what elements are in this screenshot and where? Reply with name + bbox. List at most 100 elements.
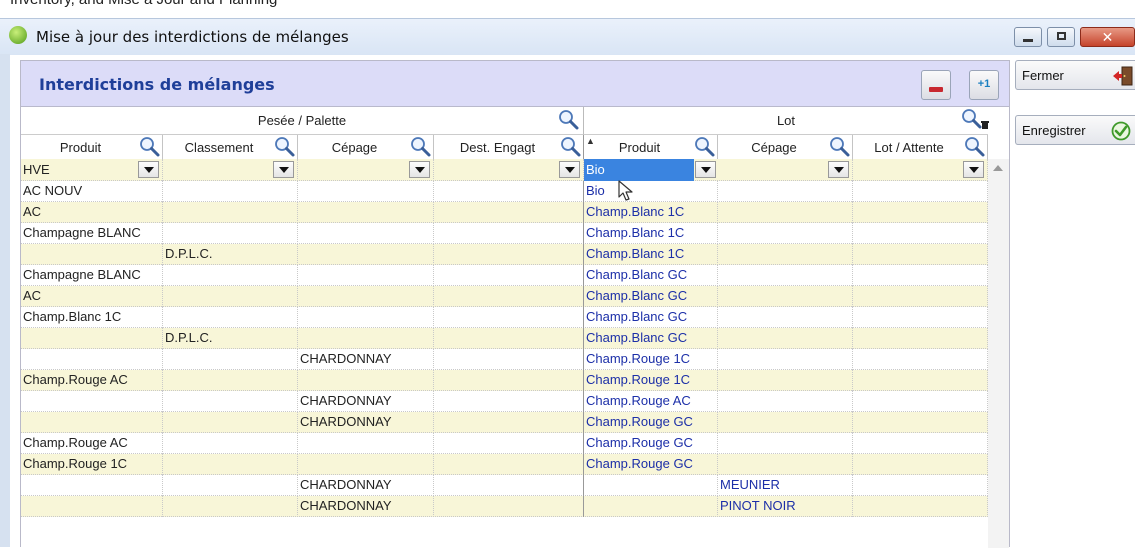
- cell-cepage[interactable]: CHARDONNAY: [298, 349, 434, 370]
- cell-cepage[interactable]: [298, 328, 434, 349]
- table-row[interactable]: CHARDONNAY Champ.Rouge 1C: [21, 349, 988, 370]
- cell-dest-engagt[interactable]: [434, 391, 584, 412]
- close-window-button[interactable]: ✕: [1080, 27, 1135, 47]
- chevron-down-icon[interactable]: [273, 161, 294, 178]
- chevron-down-icon[interactable]: [138, 161, 159, 178]
- cell-produit[interactable]: AC: [21, 202, 163, 223]
- chevron-down-icon[interactable]: [963, 161, 984, 178]
- column-header-produit[interactable]: Produit: [21, 135, 163, 159]
- table-row[interactable]: Champ.Blanc 1C Champ.Blanc GC: [21, 307, 988, 328]
- cell-lot-cepage[interactable]: [718, 433, 853, 454]
- cell-cepage[interactable]: CHARDONNAY: [298, 391, 434, 412]
- cell-classement[interactable]: [163, 370, 298, 391]
- filter-lot-cepage[interactable]: [718, 159, 853, 181]
- cell-dest-engagt[interactable]: [434, 370, 584, 391]
- cell-classement[interactable]: [163, 286, 298, 307]
- cell-lot-cepage[interactable]: [718, 328, 853, 349]
- table-row[interactable]: AC NOUV Bio: [21, 181, 988, 202]
- filter-produit[interactable]: HVE: [21, 159, 163, 181]
- cell-dest-engagt[interactable]: [434, 412, 584, 433]
- chevron-down-icon[interactable]: [559, 161, 580, 178]
- cell-dest-engagt[interactable]: [434, 475, 584, 496]
- cell-produit[interactable]: [21, 349, 163, 370]
- cell-lot-produit[interactable]: Champ.Blanc 1C: [584, 244, 718, 265]
- cell-lot-attente[interactable]: [853, 496, 988, 517]
- cell-cepage[interactable]: CHARDONNAY: [298, 412, 434, 433]
- cell-dest-engagt[interactable]: [434, 244, 584, 265]
- cell-produit[interactable]: Champagne BLANC: [21, 265, 163, 286]
- delete-row-button[interactable]: [921, 70, 951, 100]
- cell-produit[interactable]: Champ.Rouge AC: [21, 433, 163, 454]
- cell-lot-produit[interactable]: Champ.Rouge GC: [584, 433, 718, 454]
- cell-lot-attente[interactable]: [853, 286, 988, 307]
- cell-lot-produit[interactable]: Champ.Blanc 1C: [584, 202, 718, 223]
- search-icon[interactable]: [694, 136, 716, 158]
- cell-classement[interactable]: [163, 265, 298, 286]
- search-icon[interactable]: [274, 136, 296, 158]
- cell-classement[interactable]: [163, 181, 298, 202]
- cell-lot-produit[interactable]: Bio: [584, 181, 718, 202]
- cell-cepage[interactable]: CHARDONNAY: [298, 475, 434, 496]
- column-header-lot-cepage[interactable]: Cépage: [718, 135, 853, 159]
- cell-produit[interactable]: Champ.Blanc 1C: [21, 307, 163, 328]
- cell-classement[interactable]: [163, 475, 298, 496]
- search-icon[interactable]: [964, 136, 986, 158]
- table-row[interactable]: CHARDONNAY Champ.Rouge AC: [21, 391, 988, 412]
- cell-dest-engagt[interactable]: [434, 265, 584, 286]
- cell-lot-cepage[interactable]: [718, 244, 853, 265]
- column-header-cepage[interactable]: Cépage: [298, 135, 434, 159]
- cell-lot-attente[interactable]: [853, 328, 988, 349]
- cell-classement[interactable]: [163, 454, 298, 475]
- cell-produit[interactable]: [21, 496, 163, 517]
- cell-produit[interactable]: Champ.Rouge 1C: [21, 454, 163, 475]
- cell-classement[interactable]: [163, 496, 298, 517]
- vertical-scrollbar[interactable]: [988, 159, 1009, 548]
- cell-lot-produit[interactable]: Champ.Rouge 1C: [584, 349, 718, 370]
- cell-cepage[interactable]: CHARDONNAY: [298, 496, 434, 517]
- column-header-dest-engagt[interactable]: Dest. Engagt: [434, 135, 584, 159]
- close-button[interactable]: Fermer: [1015, 60, 1135, 90]
- search-icon[interactable]: [410, 136, 432, 158]
- cell-lot-cepage[interactable]: [718, 286, 853, 307]
- filter-lot-attente[interactable]: [853, 159, 988, 181]
- cell-produit[interactable]: [21, 391, 163, 412]
- cell-produit[interactable]: AC: [21, 286, 163, 307]
- cell-classement[interactable]: D.P.L.C.: [163, 328, 298, 349]
- cell-produit[interactable]: [21, 328, 163, 349]
- trash-icon[interactable]: [980, 120, 990, 130]
- filter-dest-engagt[interactable]: [434, 159, 584, 181]
- cell-classement[interactable]: [163, 349, 298, 370]
- table-row[interactable]: Champ.Rouge AC Champ.Rouge GC: [21, 433, 988, 454]
- cell-lot-cepage[interactable]: [718, 223, 853, 244]
- cell-lot-produit[interactable]: Champ.Rouge 1C: [584, 370, 718, 391]
- chevron-down-icon[interactable]: [409, 161, 430, 178]
- cell-cepage[interactable]: [298, 265, 434, 286]
- cell-cepage[interactable]: [298, 307, 434, 328]
- cell-lot-cepage[interactable]: [718, 202, 853, 223]
- table-row[interactable]: Champ.Rouge AC Champ.Rouge 1C: [21, 370, 988, 391]
- filter-cepage[interactable]: [298, 159, 434, 181]
- cell-dest-engagt[interactable]: [434, 307, 584, 328]
- cell-dest-engagt[interactable]: [434, 286, 584, 307]
- cell-lot-produit[interactable]: [584, 475, 718, 496]
- save-button[interactable]: Enregistrer: [1015, 115, 1135, 145]
- cell-lot-produit[interactable]: Champ.Blanc 1C: [584, 223, 718, 244]
- cell-classement[interactable]: [163, 202, 298, 223]
- table-row[interactable]: D.P.L.C. Champ.Blanc GC: [21, 328, 988, 349]
- cell-lot-produit[interactable]: [584, 496, 718, 517]
- cell-classement[interactable]: D.P.L.C.: [163, 244, 298, 265]
- table-row[interactable]: CHARDONNAY Champ.Rouge GC: [21, 412, 988, 433]
- add-row-button[interactable]: +1: [969, 70, 999, 100]
- scroll-up-icon[interactable]: [993, 165, 1003, 171]
- cell-lot-attente[interactable]: [853, 265, 988, 286]
- cell-classement[interactable]: [163, 391, 298, 412]
- cell-lot-attente[interactable]: [853, 370, 988, 391]
- cell-cepage[interactable]: [298, 244, 434, 265]
- cell-dest-engagt[interactable]: [434, 181, 584, 202]
- cell-dest-engagt[interactable]: [434, 496, 584, 517]
- cell-cepage[interactable]: [298, 454, 434, 475]
- column-header-lot-produit[interactable]: ▲ Produit: [584, 135, 718, 159]
- cell-dest-engagt[interactable]: [434, 433, 584, 454]
- cell-classement[interactable]: [163, 433, 298, 454]
- table-row[interactable]: Champagne BLANC Champ.Blanc 1C: [21, 223, 988, 244]
